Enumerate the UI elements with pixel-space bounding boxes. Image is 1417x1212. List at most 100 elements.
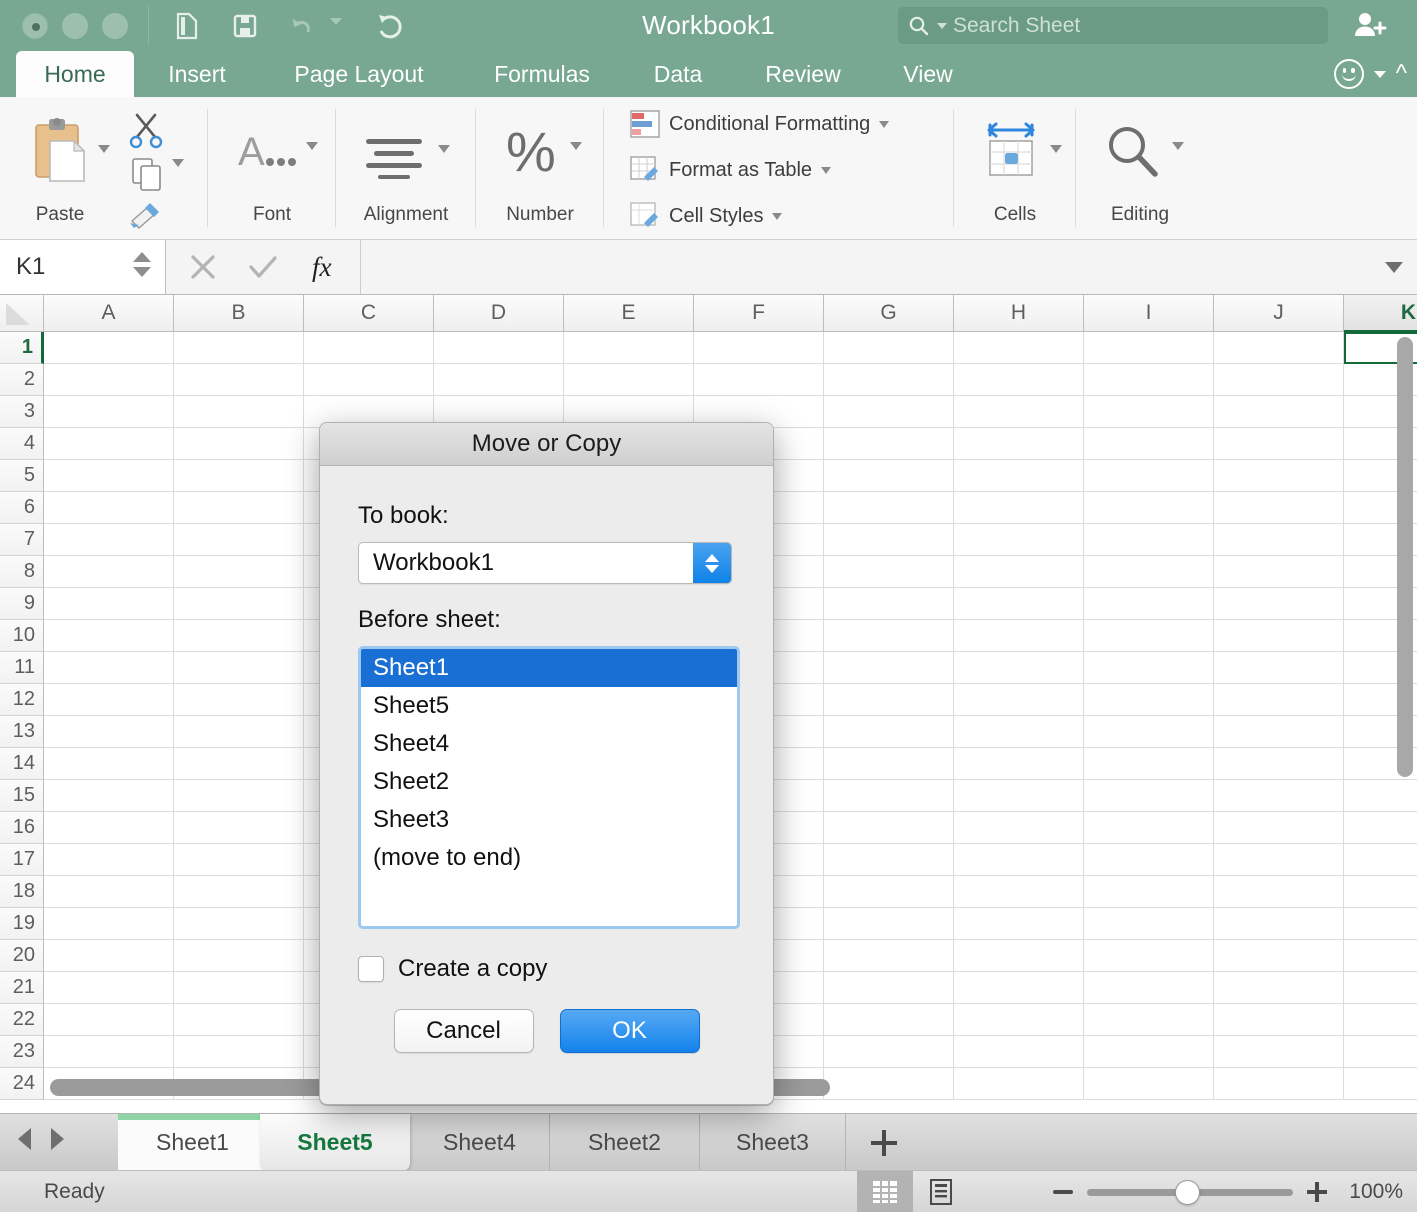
cell-B22[interactable] — [174, 1004, 304, 1036]
cell-G21[interactable] — [824, 972, 954, 1004]
cell-F1[interactable] — [694, 332, 824, 364]
cell-I12[interactable] — [1084, 684, 1214, 716]
cell-K24[interactable] — [1344, 1068, 1417, 1100]
tab-page-layout[interactable]: Page Layout — [268, 51, 450, 97]
cell-H2[interactable] — [954, 364, 1084, 396]
cell-A15[interactable] — [44, 780, 174, 812]
cell-E2[interactable] — [564, 364, 694, 396]
row-header-5[interactable]: 5 — [0, 460, 44, 492]
create-a-copy-row[interactable]: Create a copy — [358, 955, 735, 983]
copy-icon[interactable] — [128, 155, 166, 198]
row-header-2[interactable]: 2 — [0, 364, 44, 396]
cell-I8[interactable] — [1084, 556, 1214, 588]
cell-F2[interactable] — [694, 364, 824, 396]
cell-A23[interactable] — [44, 1036, 174, 1068]
cell-I11[interactable] — [1084, 652, 1214, 684]
cell-B14[interactable] — [174, 748, 304, 780]
column-header-f[interactable]: F — [694, 295, 824, 332]
previous-sheet-icon[interactable] — [18, 1128, 31, 1150]
tab-formulas[interactable]: Formulas — [470, 51, 614, 97]
cancel-formula-icon[interactable] — [175, 240, 231, 294]
format-as-table-chevron-down-icon[interactable] — [821, 166, 832, 174]
row-header-16[interactable]: 16 — [0, 812, 44, 844]
cell-J10[interactable] — [1214, 620, 1344, 652]
cell-H15[interactable] — [954, 780, 1084, 812]
cell-I18[interactable] — [1084, 876, 1214, 908]
cell-A22[interactable] — [44, 1004, 174, 1036]
cell-H13[interactable] — [954, 716, 1084, 748]
cell-K16[interactable] — [1344, 812, 1417, 844]
cell-G20[interactable] — [824, 940, 954, 972]
cell-B7[interactable] — [174, 524, 304, 556]
cell-J8[interactable] — [1214, 556, 1344, 588]
row-header-1[interactable]: 1 — [0, 332, 44, 364]
cell-H20[interactable] — [954, 940, 1084, 972]
cell-I15[interactable] — [1084, 780, 1214, 812]
cell-I7[interactable] — [1084, 524, 1214, 556]
feedback-chevron-down-icon[interactable] — [1373, 70, 1386, 78]
cell-G13[interactable] — [824, 716, 954, 748]
row-header-10[interactable]: 10 — [0, 620, 44, 652]
cell-A7[interactable] — [44, 524, 174, 556]
row-header-7[interactable]: 7 — [0, 524, 44, 556]
cell-G1[interactable] — [824, 332, 954, 364]
cell-B13[interactable] — [174, 716, 304, 748]
number-chevron-down-icon[interactable] — [570, 142, 582, 150]
column-header-e[interactable]: E — [564, 295, 694, 332]
cell-B12[interactable] — [174, 684, 304, 716]
cell-J19[interactable] — [1214, 908, 1344, 940]
cell-I19[interactable] — [1084, 908, 1214, 940]
cell-I10[interactable] — [1084, 620, 1214, 652]
column-header-j[interactable]: J — [1214, 295, 1344, 332]
tab-home[interactable]: Home — [16, 51, 134, 97]
cell-J13[interactable] — [1214, 716, 1344, 748]
cell-J12[interactable] — [1214, 684, 1344, 716]
row-header-9[interactable]: 9 — [0, 588, 44, 620]
cell-K23[interactable] — [1344, 1036, 1417, 1068]
row-header-11[interactable]: 11 — [0, 652, 44, 684]
font-chevron-down-icon[interactable] — [306, 142, 318, 150]
select-all-corner[interactable] — [0, 295, 44, 332]
cell-G19[interactable] — [824, 908, 954, 940]
column-header-d[interactable]: D — [434, 295, 564, 332]
zoom-in-button[interactable] — [1307, 1182, 1327, 1202]
cell-B23[interactable] — [174, 1036, 304, 1068]
cell-I9[interactable] — [1084, 588, 1214, 620]
row-header-3[interactable]: 3 — [0, 396, 44, 428]
cell-D1[interactable] — [434, 332, 564, 364]
cell-H3[interactable] — [954, 396, 1084, 428]
listbox-item-sheet1[interactable]: Sheet1 — [361, 649, 737, 687]
cell-B6[interactable] — [174, 492, 304, 524]
cell-B16[interactable] — [174, 812, 304, 844]
row-header-19[interactable]: 19 — [0, 908, 44, 940]
row-header-15[interactable]: 15 — [0, 780, 44, 812]
listbox-item-sheet2[interactable]: Sheet2 — [361, 763, 737, 801]
cell-K22[interactable] — [1344, 1004, 1417, 1036]
cell-G7[interactable] — [824, 524, 954, 556]
format-as-table-button[interactable]: Format as Table — [630, 155, 832, 185]
cell-J3[interactable] — [1214, 396, 1344, 428]
cell-A10[interactable] — [44, 620, 174, 652]
row-header-17[interactable]: 17 — [0, 844, 44, 876]
cell-B20[interactable] — [174, 940, 304, 972]
cell-A11[interactable] — [44, 652, 174, 684]
cell-B5[interactable] — [174, 460, 304, 492]
cell-H24[interactable] — [954, 1068, 1084, 1100]
cell-H14[interactable] — [954, 748, 1084, 780]
row-header-24[interactable]: 24 — [0, 1068, 44, 1100]
cell-G18[interactable] — [824, 876, 954, 908]
cell-H5[interactable] — [954, 460, 1084, 492]
tab-review[interactable]: Review — [740, 51, 866, 97]
to-book-stepper-icon[interactable] — [693, 543, 731, 583]
cell-H21[interactable] — [954, 972, 1084, 1004]
cell-H17[interactable] — [954, 844, 1084, 876]
cell-A1[interactable] — [44, 332, 174, 364]
cell-G8[interactable] — [824, 556, 954, 588]
paste-chevron-down-icon[interactable] — [98, 145, 110, 153]
name-box-stepper[interactable] — [133, 252, 151, 277]
cell-G2[interactable] — [824, 364, 954, 396]
cell-G22[interactable] — [824, 1004, 954, 1036]
cell-B19[interactable] — [174, 908, 304, 940]
cell-J2[interactable] — [1214, 364, 1344, 396]
tab-view[interactable]: View — [884, 51, 972, 97]
